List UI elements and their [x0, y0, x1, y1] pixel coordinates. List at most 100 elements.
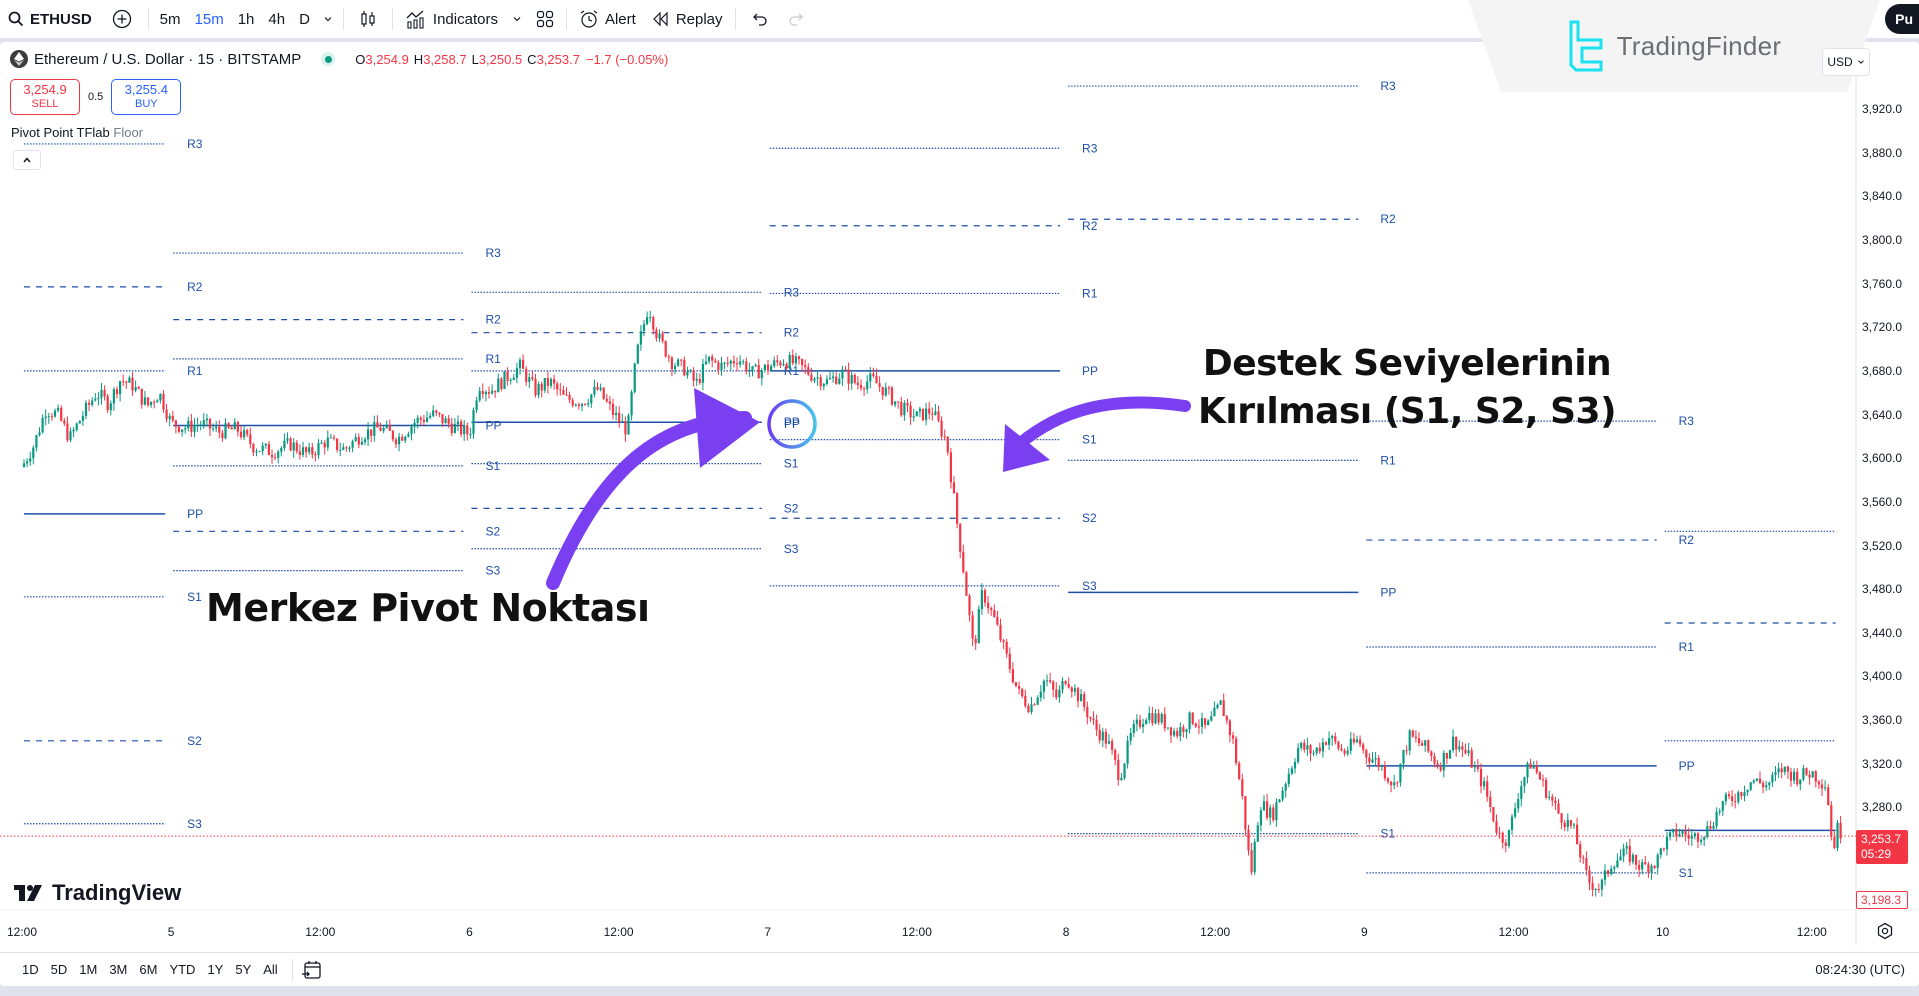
price-tick-label: 3,480.0 [1862, 582, 1903, 597]
candle-down [872, 367, 875, 378]
candle-down [522, 354, 525, 369]
candle-up [934, 404, 937, 416]
candle-up [866, 375, 869, 394]
candle-down [1498, 826, 1501, 839]
change-value: −1.7 (−0.05%) [586, 52, 668, 67]
goto-date-button[interactable] [301, 959, 323, 981]
price-tick-label: 3,440.0 [1862, 625, 1903, 640]
range-1y[interactable]: 1Y [201, 962, 229, 977]
candle-up [1030, 696, 1033, 715]
range-3m[interactable]: 3M [103, 962, 133, 977]
candle-up [277, 449, 280, 464]
candle-up [599, 383, 602, 392]
candle-down [1343, 748, 1346, 757]
candle-down [1628, 838, 1631, 866]
range-1m[interactable]: 1M [73, 962, 103, 977]
candle-down [252, 442, 255, 457]
price-tick-label: 3,280.0 [1862, 800, 1903, 815]
candle-up [1293, 758, 1297, 774]
candle-down [177, 426, 181, 434]
candle-up [1287, 768, 1290, 788]
candle-down [1182, 724, 1185, 738]
range-5d[interactable]: 5D [45, 962, 74, 977]
candle-down [835, 371, 838, 385]
time-tick-label: 12:00 [603, 925, 634, 939]
candle-down [717, 359, 720, 375]
candle-up [1408, 729, 1411, 756]
candle-up [615, 405, 618, 421]
candle-up [1718, 808, 1721, 816]
candle-up [1783, 766, 1786, 776]
candle-up [1706, 820, 1709, 839]
candle-down [1250, 842, 1253, 876]
currency-select[interactable]: USD [1822, 48, 1870, 76]
candle-up [1622, 843, 1625, 863]
candle-up [1600, 878, 1603, 897]
axis-settings-button[interactable] [1876, 922, 1894, 940]
candle-down [1095, 714, 1098, 736]
candle-down [1377, 755, 1380, 771]
candle-down [952, 476, 956, 494]
candle-up [825, 375, 828, 386]
candle-up [1101, 727, 1104, 748]
candle-down [249, 427, 252, 449]
sell-button[interactable]: 3,254.9 SELL [10, 79, 80, 115]
range-1d[interactable]: 1D [16, 962, 45, 977]
collapse-legend-button[interactable] [13, 150, 41, 170]
candle-up [1799, 779, 1802, 791]
candle-down [1390, 780, 1393, 793]
candle-up [233, 418, 236, 430]
candle-up [1259, 806, 1262, 832]
time-tick-label: 10 [1655, 925, 1670, 939]
candle-up [549, 377, 553, 389]
range-6m[interactable]: 6M [133, 962, 163, 977]
tradingfinder-brand: TradingFinder [1616, 30, 1782, 61]
pivot-label-s1: S1 [1679, 866, 1694, 880]
candle-up [69, 427, 72, 443]
candle-up [695, 372, 698, 386]
candle-down [906, 398, 909, 413]
candle-up [1160, 712, 1163, 725]
candle-down [487, 386, 491, 399]
candle-up [642, 320, 646, 337]
candle-down [494, 390, 497, 398]
pivot-label-s1: S1 [485, 459, 500, 473]
candle-up [850, 372, 853, 390]
price-chart[interactable]: R3 R2 R1 PP S1 S2 S3 R3 R2 R1 PP S1 S2 S3 R3 R2 R1 PP S1 S2… [0, 0, 1919, 996]
candle-down [1479, 763, 1483, 794]
candle-up [1566, 813, 1569, 832]
candle-up [1107, 734, 1111, 745]
candle-down [1662, 847, 1665, 852]
candle-up [429, 412, 432, 420]
candle-down [1439, 762, 1442, 773]
candle-up [1135, 714, 1138, 732]
price-tick-label: 3,880.0 [1862, 145, 1903, 160]
candle-down [1098, 724, 1101, 744]
candle-up [168, 413, 171, 427]
indicator-legend[interactable]: Pivot Point TFlab Floor [11, 125, 143, 140]
time-tick-label: 12:00 [1200, 925, 1231, 939]
pivot-label-r2: R2 [187, 280, 203, 294]
candle-up [1123, 762, 1126, 780]
candle-up [478, 386, 481, 403]
candle-up [748, 362, 751, 378]
tradingview-logo[interactable]: TradingView [14, 880, 181, 906]
buy-button[interactable]: 3,255.4 BUY [111, 79, 182, 115]
candle-up [81, 410, 84, 426]
utc-clock[interactable]: 08:24:30 (UTC) [1815, 962, 1905, 977]
candle-down [1554, 796, 1557, 810]
candle-up [1656, 853, 1659, 875]
symbol-title[interactable]: Ethereum / U.S. Dollar · 15 · BITSTAMP [34, 51, 301, 68]
range-all[interactable]: All [257, 962, 283, 977]
candle-down [1231, 731, 1235, 745]
candle-up [1219, 699, 1222, 706]
candle-up [977, 605, 980, 644]
candle-up [1331, 734, 1334, 746]
range-5y[interactable]: 5Y [229, 962, 257, 977]
candle-up [763, 364, 766, 373]
candle-down [1461, 742, 1464, 758]
candle-down [584, 403, 587, 406]
time-tick-label: 5 [167, 925, 175, 939]
pivot-label-pp: PP [485, 418, 501, 432]
range-ytd[interactable]: YTD [163, 962, 201, 977]
